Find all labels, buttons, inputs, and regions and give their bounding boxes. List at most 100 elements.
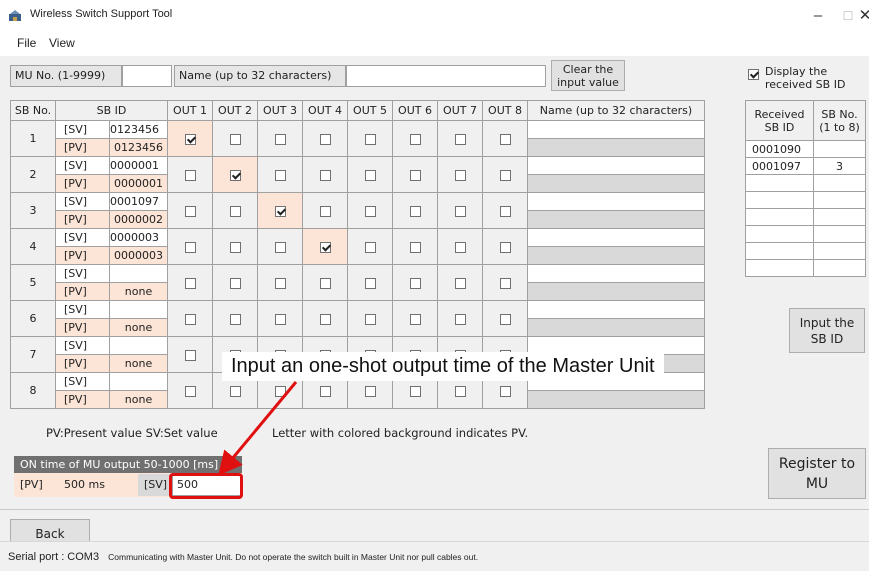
out-1-checkbox[interactable] [184,169,196,181]
out-3-cell[interactable] [257,192,303,229]
sb-id-sv-input[interactable] [109,336,168,355]
out-4-cell[interactable] [302,300,348,337]
received-row[interactable] [745,225,866,243]
out-3-cell[interactable] [257,156,303,193]
out-8-checkbox[interactable] [499,385,511,397]
out-6-checkbox[interactable] [409,313,421,325]
out-8-cell[interactable] [482,120,528,157]
sb-name-input[interactable] [527,300,705,319]
out-7-checkbox[interactable] [454,205,466,217]
out-1-cell[interactable] [167,372,213,409]
out-6-checkbox[interactable] [409,241,421,253]
close-button[interactable]: ✕ [845,4,869,28]
out-3-checkbox[interactable] [274,133,286,145]
sb-id-sv-input[interactable] [109,264,168,283]
received-row[interactable] [745,242,866,260]
out-1-cell[interactable] [167,192,213,229]
input-sb-id-button[interactable]: Input the SB ID [789,308,865,353]
out-5-cell[interactable] [347,120,393,157]
out-6-checkbox[interactable] [409,169,421,181]
name-input[interactable] [346,65,546,87]
received-row[interactable] [745,174,866,192]
out-5-cell[interactable] [347,192,393,229]
sb-id-sv-input[interactable] [109,372,168,391]
received-row[interactable]: 0001090 [745,140,866,158]
out-4-cell[interactable] [302,120,348,157]
out-1-cell[interactable] [167,300,213,337]
out-7-cell[interactable] [437,228,483,265]
out-3-cell[interactable] [257,264,303,301]
sb-name-input[interactable] [527,120,705,139]
out-1-checkbox[interactable] [184,277,196,289]
out-2-cell[interactable] [212,120,258,157]
out-6-checkbox[interactable] [409,277,421,289]
out-8-checkbox[interactable] [499,205,511,217]
out-1-checkbox[interactable] [184,349,196,361]
out-8-checkbox[interactable] [499,169,511,181]
out-4-checkbox[interactable] [319,205,331,217]
out-6-cell[interactable] [392,300,438,337]
out-2-checkbox[interactable] [229,385,241,397]
sb-name-input[interactable] [527,156,705,175]
received-row[interactable] [745,191,866,209]
received-row[interactable] [745,208,866,226]
out-7-cell[interactable] [437,192,483,229]
sb-id-sv-input[interactable] [109,300,168,319]
out-7-checkbox[interactable] [454,241,466,253]
sb-id-sv-input[interactable]: 0000003 [109,228,168,247]
out-1-checkbox[interactable] [184,205,196,217]
clear-input-button[interactable]: Clear the input value [551,60,625,91]
out-8-cell[interactable] [482,228,528,265]
sb-name-input[interactable] [527,264,705,283]
out-4-checkbox[interactable] [319,169,331,181]
out-6-checkbox[interactable] [409,385,421,397]
out-2-checkbox[interactable] [229,133,241,145]
out-7-cell[interactable] [437,300,483,337]
mu-no-input[interactable] [122,65,172,87]
out-2-cell[interactable] [212,192,258,229]
out-5-checkbox[interactable] [364,385,376,397]
out-5-cell[interactable] [347,228,393,265]
received-row[interactable] [745,259,866,277]
out-6-cell[interactable] [392,264,438,301]
out-1-cell[interactable] [167,264,213,301]
out-5-checkbox[interactable] [364,205,376,217]
out-2-checkbox[interactable] [229,313,241,325]
out-2-checkbox[interactable] [229,241,241,253]
out-3-checkbox[interactable] [274,313,286,325]
out-5-checkbox[interactable] [364,169,376,181]
out-6-cell[interactable] [392,192,438,229]
out-1-cell[interactable] [167,228,213,265]
out-7-checkbox[interactable] [454,133,466,145]
out-6-cell[interactable] [392,156,438,193]
out-1-checkbox[interactable] [184,313,196,325]
out-4-checkbox[interactable] [319,313,331,325]
out-3-checkbox[interactable] [274,169,286,181]
out-3-checkbox[interactable] [274,205,286,217]
out-5-cell[interactable] [347,300,393,337]
out-2-checkbox[interactable] [229,205,241,217]
out-1-checkbox[interactable] [184,133,196,145]
out-7-checkbox[interactable] [454,313,466,325]
sb-name-input[interactable] [527,228,705,247]
out-7-checkbox[interactable] [454,277,466,289]
register-to-mu-button[interactable]: Register to MU [768,448,866,499]
out-2-cell[interactable] [212,300,258,337]
out-3-checkbox[interactable] [274,385,286,397]
menu-view[interactable]: View [49,36,75,50]
out-5-checkbox[interactable] [364,313,376,325]
out-7-cell[interactable] [437,264,483,301]
out-5-cell[interactable] [347,264,393,301]
out-6-checkbox[interactable] [409,205,421,217]
out-6-cell[interactable] [392,228,438,265]
out-4-cell[interactable] [302,228,348,265]
out-1-checkbox[interactable] [184,385,196,397]
out-6-cell[interactable] [392,120,438,157]
out-1-cell[interactable] [167,336,213,373]
out-7-checkbox[interactable] [454,385,466,397]
out-8-cell[interactable] [482,192,528,229]
out-7-checkbox[interactable] [454,169,466,181]
sb-id-sv-input[interactable]: 0000001 [109,156,168,175]
out-3-cell[interactable] [257,228,303,265]
out-8-cell[interactable] [482,156,528,193]
